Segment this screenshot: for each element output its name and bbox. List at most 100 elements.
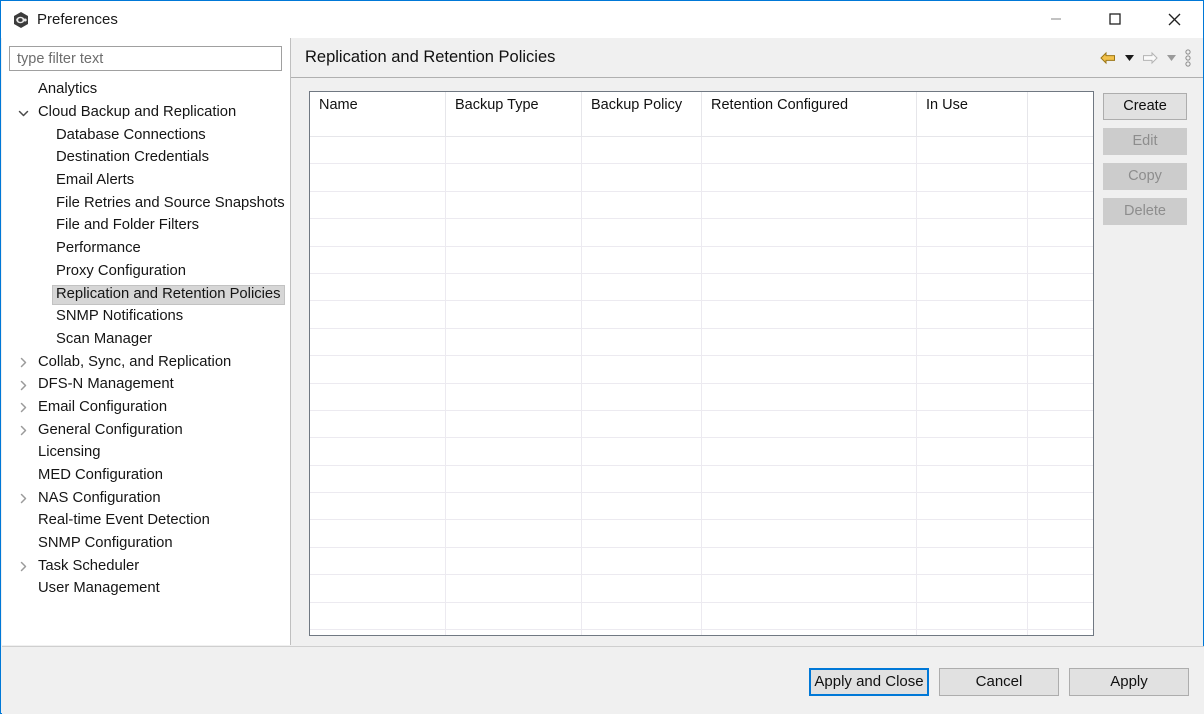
table-cell[interactable]: [310, 410, 446, 439]
close-button[interactable]: [1151, 1, 1197, 37]
table-cell[interactable]: [701, 492, 917, 521]
apply-button[interactable]: Apply: [1069, 668, 1189, 696]
back-arrow-icon[interactable]: [1097, 47, 1119, 69]
table-cell[interactable]: [445, 574, 582, 603]
table-cell[interactable]: [310, 465, 446, 494]
column-header-backup-type[interactable]: Backup Type: [445, 92, 582, 118]
table-cell[interactable]: [445, 547, 582, 576]
table-row[interactable]: [310, 383, 1093, 411]
table-cell[interactable]: [310, 163, 446, 192]
table-cell[interactable]: [916, 218, 1028, 247]
chevron-right-icon[interactable]: [16, 356, 30, 370]
table-cell[interactable]: [701, 519, 917, 548]
table-cell[interactable]: [916, 547, 1028, 576]
table-cell[interactable]: [916, 246, 1028, 274]
sidebar-item-analytics[interactable]: Analytics: [2, 79, 290, 102]
table-row[interactable]: [310, 465, 1093, 494]
sidebar-item-snmp-notifications[interactable]: SNMP Notifications: [2, 306, 290, 329]
table-cell[interactable]: [701, 191, 917, 220]
table-cell[interactable]: [916, 492, 1028, 521]
table-cell[interactable]: [310, 437, 446, 466]
column-header-backup-policy[interactable]: Backup Policy: [581, 92, 702, 118]
table-cell[interactable]: [310, 191, 446, 220]
table-cell[interactable]: [701, 383, 917, 411]
table-cell[interactable]: [1027, 410, 1093, 439]
minimize-button[interactable]: [1033, 1, 1079, 37]
sidebar-item-file-and-folder-filters[interactable]: File and Folder Filters: [2, 215, 290, 238]
table-cell[interactable]: [916, 163, 1028, 192]
table-cell[interactable]: [581, 465, 702, 494]
table-cell[interactable]: [701, 246, 917, 274]
table-cell[interactable]: [916, 136, 1028, 165]
sidebar-item-task-scheduler[interactable]: Task Scheduler: [2, 555, 290, 578]
table-cell[interactable]: [1027, 136, 1093, 165]
table-cell[interactable]: [445, 629, 582, 635]
table-cell[interactable]: [445, 383, 582, 411]
table-cell[interactable]: [1027, 191, 1093, 220]
table-cell[interactable]: [581, 163, 702, 192]
table-cell[interactable]: [581, 328, 702, 357]
sidebar-item-replication-and-retention-policies[interactable]: Replication and Retention Policies: [2, 283, 290, 306]
table-row[interactable]: [310, 273, 1093, 302]
table-cell[interactable]: [916, 574, 1028, 603]
table-cell[interactable]: [581, 273, 702, 302]
maximize-button[interactable]: [1092, 1, 1138, 37]
sidebar-item-user-management[interactable]: User Management: [2, 578, 290, 601]
table-cell[interactable]: [916, 437, 1028, 466]
sidebar-item-collab-sync-and-replication[interactable]: Collab, Sync, and Replication: [2, 351, 290, 374]
table-row[interactable]: [310, 602, 1093, 631]
table-cell[interactable]: [310, 492, 446, 521]
table-cell[interactable]: [916, 191, 1028, 220]
apply-and-close-button[interactable]: Apply and Close: [809, 668, 929, 696]
table-cell[interactable]: [310, 218, 446, 247]
table-row[interactable]: [310, 300, 1093, 329]
table-cell[interactable]: [1027, 602, 1093, 631]
table-cell[interactable]: [581, 574, 702, 603]
table-cell[interactable]: [445, 136, 582, 165]
table-cell[interactable]: [310, 136, 446, 165]
table-cell[interactable]: [1027, 547, 1093, 576]
table-cell[interactable]: [916, 300, 1028, 329]
table-cell[interactable]: [916, 465, 1028, 494]
table-cell[interactable]: [310, 300, 446, 329]
table-cell[interactable]: [916, 602, 1028, 631]
table-cell[interactable]: [581, 383, 702, 411]
table-cell[interactable]: [701, 465, 917, 494]
table-row[interactable]: [310, 163, 1093, 192]
table-cell[interactable]: [445, 191, 582, 220]
table-row[interactable]: [310, 574, 1093, 603]
table-row[interactable]: [310, 519, 1093, 548]
sidebar-item-real-time-event-detection[interactable]: Real-time Event Detection: [2, 510, 290, 533]
table-cell[interactable]: [445, 519, 582, 548]
table-cell[interactable]: [445, 410, 582, 439]
table-row[interactable]: [310, 547, 1093, 576]
sidebar-item-cloud-backup-and-replication[interactable]: Cloud Backup and Replication: [2, 102, 290, 125]
table-cell[interactable]: [701, 547, 917, 576]
table-cell[interactable]: [1027, 163, 1093, 192]
filter-input[interactable]: [9, 46, 282, 71]
sidebar-item-destination-credentials[interactable]: Destination Credentials: [2, 147, 290, 170]
sidebar-item-proxy-configuration[interactable]: Proxy Configuration: [2, 261, 290, 284]
table-row[interactable]: [310, 492, 1093, 521]
chevron-right-icon[interactable]: [16, 401, 30, 415]
table-cell[interactable]: [701, 218, 917, 247]
table-cell[interactable]: [445, 300, 582, 329]
table-cell[interactable]: [701, 574, 917, 603]
table-cell[interactable]: [310, 383, 446, 411]
table-cell[interactable]: [1027, 328, 1093, 357]
sidebar-item-email-configuration[interactable]: Email Configuration: [2, 397, 290, 420]
table-cell[interactable]: [581, 629, 702, 635]
sidebar-item-snmp-configuration[interactable]: SNMP Configuration: [2, 533, 290, 556]
table-cell[interactable]: [445, 328, 582, 357]
sidebar-item-med-configuration[interactable]: MED Configuration: [2, 465, 290, 488]
chevron-right-icon[interactable]: [16, 492, 30, 506]
column-header-retention-configured[interactable]: Retention Configured: [701, 92, 917, 118]
table-row[interactable]: [310, 437, 1093, 466]
table-cell[interactable]: [310, 602, 446, 631]
table-cell[interactable]: [445, 273, 582, 302]
table-cell[interactable]: [1027, 218, 1093, 247]
table-cell[interactable]: [581, 246, 702, 274]
table-cell[interactable]: [445, 602, 582, 631]
table-cell[interactable]: [916, 629, 1028, 635]
table-cell[interactable]: [581, 519, 702, 548]
